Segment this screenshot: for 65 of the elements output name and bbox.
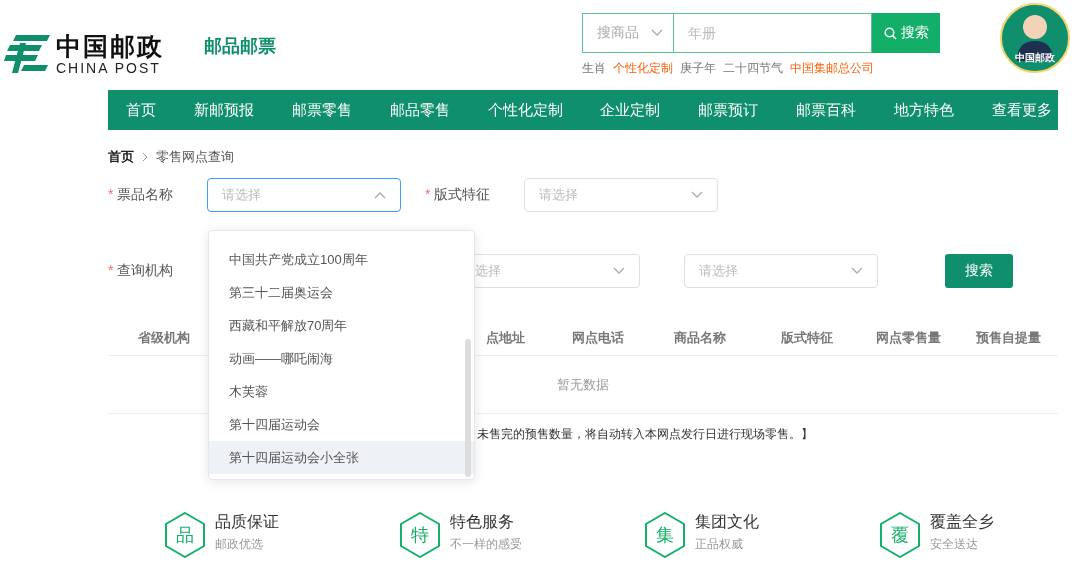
column-header: 预售自提量: [974, 328, 1042, 347]
chevron-icon: [851, 267, 863, 275]
nav-item[interactable]: 邮票零售: [291, 100, 352, 120]
hexagon-icon: 覆: [880, 512, 920, 558]
column-header: 版式特征: [779, 328, 834, 347]
logo-subtitle: CHINA POST: [56, 60, 162, 76]
logo-icon: [4, 33, 50, 75]
chevron-right-icon: [142, 152, 148, 162]
search-field[interactable]: 年册: [674, 13, 872, 53]
scrollbar-thumb[interactable]: [465, 339, 471, 477]
dropdown-option[interactable]: 木芙蓉: [209, 375, 474, 408]
nav-item[interactable]: 邮品零售: [389, 100, 450, 120]
hexagon-icon: 品: [165, 512, 205, 558]
feature-subtitle: 邮政优选: [215, 536, 264, 553]
search-button[interactable]: 搜索: [945, 254, 1013, 288]
breadcrumb-link[interactable]: 首页: [108, 148, 134, 166]
nav-item[interactable]: 地方特色: [894, 100, 954, 120]
hot-link[interactable]: 二十四节气: [723, 60, 783, 77]
dropdown-option[interactable]: 第三十二届奥运会: [209, 276, 474, 309]
chevron-icon: [374, 191, 386, 199]
hot-link[interactable]: 生肖: [582, 60, 606, 77]
feature-title: 集团文化: [695, 512, 759, 532]
feature-title: 覆盖全乡: [930, 512, 994, 532]
column-header: 省级机构: [137, 328, 191, 347]
field-label: * 票品名称: [108, 186, 175, 204]
dropdown-option[interactable]: 西藏和平解放70周年: [209, 309, 474, 342]
hot-link[interactable]: 中国集邮总公司: [790, 60, 874, 77]
breadcrumb-link[interactable]: 零售网点查询: [156, 148, 234, 166]
search-button[interactable]: 搜索: [872, 13, 940, 53]
section-title: 邮品邮票: [204, 35, 276, 58]
hexagon-icon: 集: [645, 512, 685, 558]
hot-link[interactable]: 个性化定制: [613, 60, 673, 77]
nav-item[interactable]: 新邮预报: [193, 100, 254, 120]
nav-item[interactable]: 个性化定制: [487, 100, 563, 120]
nav-item[interactable]: 查看更多: [991, 100, 1052, 120]
chevron-icon: [613, 267, 625, 275]
nav-item[interactable]: 首页: [126, 100, 156, 120]
dropdown-option[interactable]: 中国共产党成立100周年: [209, 243, 474, 276]
feature-subtitle: 不一样的感受: [450, 536, 522, 553]
dropdown-option[interactable]: 动画——哪吒闹海: [209, 342, 474, 375]
column-header: 商品名称: [673, 328, 727, 347]
logo-title: 中国邮政: [56, 32, 164, 60]
empty-message: 暂无数据: [557, 375, 609, 394]
field-label: * 查询机构: [108, 262, 175, 280]
nav-item[interactable]: 企业定制: [600, 100, 661, 120]
hot-link[interactable]: 庚子年: [680, 60, 716, 77]
feature-subtitle: 正品权威: [695, 536, 744, 553]
chevron-icon: [691, 191, 703, 199]
search-icon: [883, 26, 897, 40]
feature-title: 特色服务: [450, 512, 515, 532]
category-select[interactable]: 搜商品: [582, 13, 674, 53]
nav-item[interactable]: 邮票预订: [698, 100, 759, 120]
dropdown-option[interactable]: 第十四届运动会: [209, 408, 474, 441]
column-header: 网点零售量: [874, 328, 942, 347]
feature-subtitle: 安全送达: [930, 536, 979, 553]
avatar-badge[interactable]: 中国邮政: [1000, 3, 1070, 73]
field-label: * 版式特征: [425, 186, 492, 204]
nav-item[interactable]: 邮票百科: [796, 100, 857, 120]
column-header: 网点电话: [570, 328, 625, 347]
notice-text: 未售完的预售数量，将自动转入本网点发行日进行现场零售。】: [477, 426, 814, 443]
column-header: 点地址: [484, 328, 526, 347]
dropdown-option[interactable]: 第十四届运动会小全张: [209, 441, 474, 474]
feature-title: 品质保证: [215, 512, 279, 532]
hexagon-icon: 特: [400, 512, 440, 558]
chevron-icon: [651, 29, 663, 37]
